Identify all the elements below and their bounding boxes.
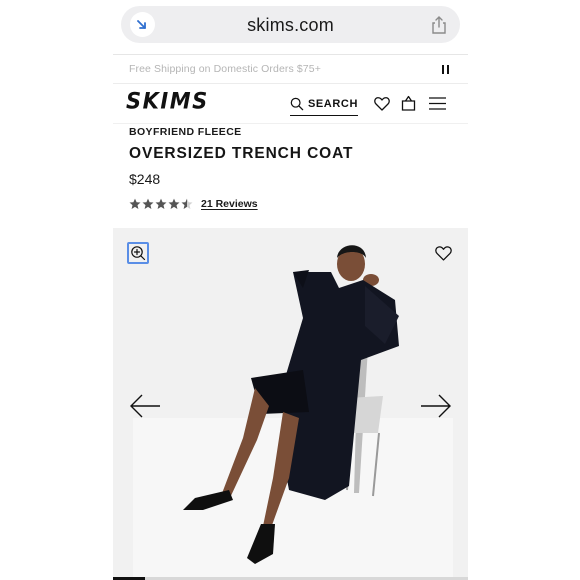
menu-icon[interactable] (429, 97, 446, 115)
product-price: $248 (129, 171, 161, 187)
heart-icon[interactable] (374, 96, 390, 116)
bag-icon[interactable] (401, 95, 416, 116)
promo-text: Free Shipping on Domestic Orders $75+ (129, 63, 321, 75)
star-icon (181, 198, 193, 209)
product-image-gallery[interactable] (113, 228, 468, 580)
share-icon[interactable] (430, 15, 448, 35)
screenshot-frame: skims.com Free Shipping on Domestic Orde… (0, 0, 580, 580)
skims-logo[interactable]: SKIMS (126, 88, 209, 113)
pause-icon[interactable] (442, 65, 450, 75)
address-bar[interactable]: skims.com (121, 6, 460, 43)
site-header: SKIMS SEARCH (113, 84, 468, 124)
star-icon (168, 198, 180, 209)
wishlist-heart-icon[interactable] (435, 245, 452, 266)
arrow-right-icon[interactable] (420, 393, 452, 424)
search-icon (290, 97, 304, 111)
zoom-in-icon[interactable] (127, 242, 149, 264)
product-title: OVERSIZED TRENCH COAT (129, 145, 354, 162)
product-rating: 21 Reviews (129, 198, 459, 210)
star-icon (155, 198, 167, 209)
product-photo (133, 228, 453, 580)
collection-label[interactable]: BOYFRIEND FLEECE (129, 126, 459, 138)
product-info: BOYFRIEND FLEECE OVERSIZED TRENCH COAT $… (129, 126, 459, 210)
arrow-left-icon[interactable] (129, 393, 161, 424)
promo-banner: Free Shipping on Domestic Orders $75+ (113, 54, 468, 84)
reviews-link[interactable]: 21 Reviews (201, 198, 258, 210)
browser-chrome: skims.com (113, 0, 468, 54)
star-icon (129, 198, 141, 209)
star-rating[interactable] (129, 198, 194, 210)
star-icon (142, 198, 154, 209)
mobile-viewport: skims.com Free Shipping on Domestic Orde… (113, 0, 468, 580)
url-text[interactable]: skims.com (121, 15, 460, 36)
search-button[interactable]: SEARCH (290, 93, 358, 116)
search-label: SEARCH (307, 98, 358, 110)
